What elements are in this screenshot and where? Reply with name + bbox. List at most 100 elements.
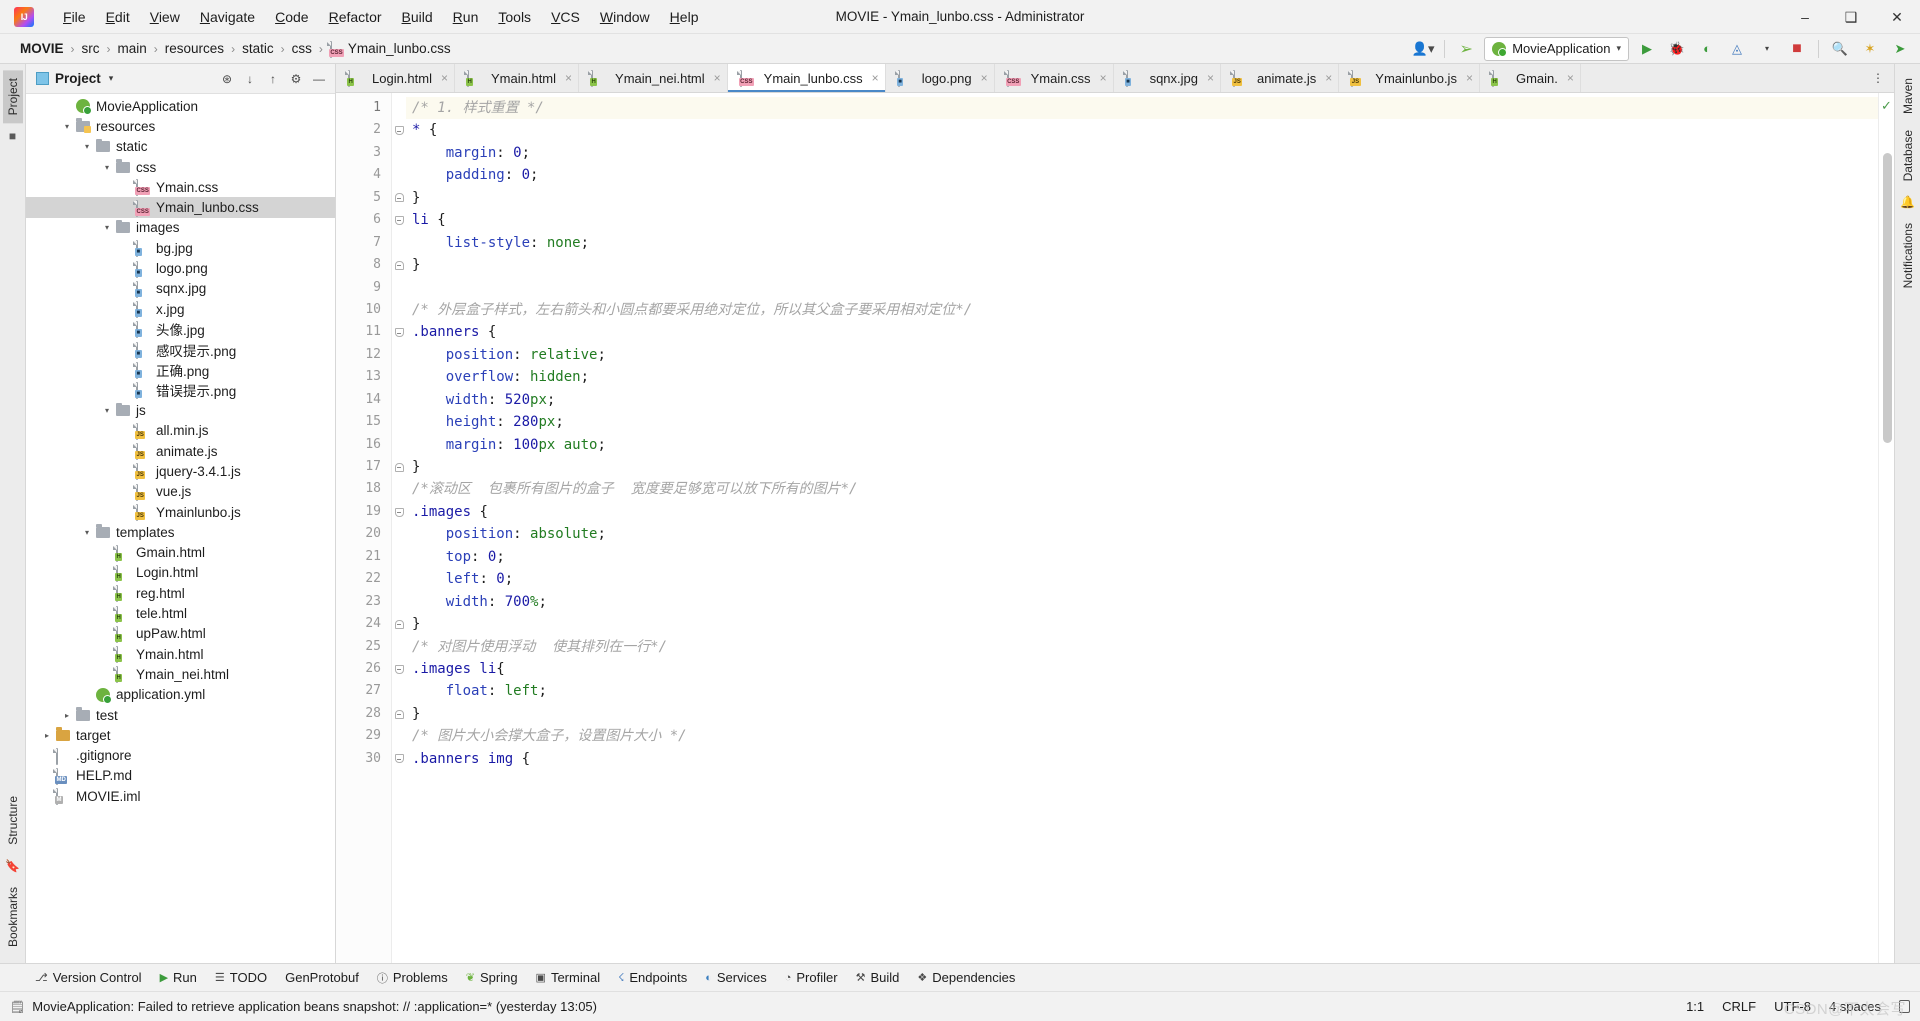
breadcrumb-item-resources[interactable]: resources — [159, 39, 230, 58]
menu-navigate[interactable]: Navigate — [191, 5, 264, 29]
sidebar-item-structure[interactable]: Structure — [3, 788, 23, 853]
tree-item[interactable]: JS vue.js — [26, 482, 335, 502]
more-tabs-icon[interactable]: ⋮ — [1868, 68, 1888, 88]
fold-toggle-icon[interactable] — [392, 119, 406, 141]
editor-tab-logo-png[interactable]: ■ logo.png × — [886, 64, 995, 92]
close-button[interactable]: ✕ — [1874, 0, 1920, 34]
tree-item[interactable]: MD HELP.md — [26, 766, 335, 786]
tool-window-dependencies[interactable]: ❖ Dependencies — [908, 967, 1024, 988]
debug-button[interactable]: 🐞 — [1665, 37, 1689, 61]
tree-item[interactable]: ▾ js — [26, 400, 335, 420]
settings-gear-icon[interactable]: ✶ — [1858, 37, 1882, 61]
editor-tab-ymain-nei-html[interactable]: H Ymain_nei.html × — [579, 64, 728, 92]
commit-icon[interactable]: ■ — [9, 129, 16, 143]
file-encoding[interactable]: UTF-8 — [1774, 999, 1811, 1014]
menu-refactor[interactable]: Refactor — [320, 5, 391, 29]
user-account-icon[interactable]: 👤▾ — [1411, 37, 1435, 61]
fold-toggle-icon[interactable] — [392, 748, 406, 770]
tree-item[interactable]: JS Ymainlunbo.js — [26, 502, 335, 522]
tree-item[interactable]: H Ymain_nei.html — [26, 664, 335, 684]
code-editor[interactable]: 1 2 3 4 5 6 7 8 9 10 11 12 13 14 15 16 17 18 19 20 21 22 23 24 2… — [336, 93, 1894, 963]
chevron-down-icon[interactable]: ▾ — [109, 73, 114, 84]
sidebar-item-project[interactable]: Project — [2, 70, 23, 124]
tree-item[interactable]: ▾ images — [26, 218, 335, 238]
menu-file[interactable]: File — [54, 5, 95, 29]
code-text[interactable]: /* 1. 样式重置 */ * { margin: 0; padding: 0;}… — [406, 93, 1878, 963]
tree-item[interactable]: Htele.html — [26, 603, 335, 623]
fold-toggle-icon[interactable] — [392, 187, 406, 209]
tree-item[interactable]: H Login.html — [26, 563, 335, 583]
hide-panel-icon[interactable]: — — [309, 69, 329, 89]
close-icon[interactable]: × — [1100, 71, 1107, 85]
fold-toggle-icon[interactable] — [392, 209, 406, 231]
menu-run[interactable]: Run — [444, 5, 488, 29]
close-icon[interactable]: × — [714, 71, 721, 85]
tree-item[interactable]: JS all.min.js — [26, 421, 335, 441]
indent-setting[interactable]: 4 spaces — [1829, 999, 1881, 1014]
menu-tools[interactable]: Tools — [489, 5, 540, 29]
tree-item[interactable]: application.yml — [26, 685, 335, 705]
chevron-down-icon[interactable]: ▾ — [80, 528, 94, 537]
tool-window-profiler[interactable]: ◔ Profiler — [776, 967, 847, 988]
close-icon[interactable]: × — [441, 71, 448, 85]
tree-item[interactable]: ■ logo.png — [26, 258, 335, 278]
tree-item[interactable]: ▾ css — [26, 157, 335, 177]
tool-window-problems[interactable]: ⓘ Problems — [368, 967, 457, 989]
tree-item[interactable]: ■ x.jpg — [26, 299, 335, 319]
menu-vcs[interactable]: VCS — [542, 5, 589, 29]
menu-window[interactable]: Window — [591, 5, 659, 29]
tree-item[interactable]: ▾ templates — [26, 522, 335, 542]
tree-item[interactable]: ▸ target — [26, 725, 335, 745]
close-icon[interactable]: × — [872, 71, 879, 85]
collapse-all-icon[interactable]: ↑ — [263, 69, 283, 89]
status-message[interactable]: 🗒 MovieApplication: Failed to retrieve a… — [10, 999, 597, 1014]
tree-item[interactable]: CSS Ymain.css — [26, 177, 335, 197]
chevron-down-icon[interactable]: ▾ — [100, 223, 114, 232]
menu-help[interactable]: Help — [661, 5, 708, 29]
run-button[interactable]: ▶ — [1635, 37, 1659, 61]
chevron-right-icon[interactable]: ▸ — [60, 711, 74, 720]
tree-item[interactable]: H Gmain.html — [26, 543, 335, 563]
fold-toggle-icon[interactable] — [392, 658, 406, 680]
fold-toggle-icon[interactable] — [392, 321, 406, 343]
menu-code[interactable]: Code — [266, 5, 317, 29]
run-with-coverage-button[interactable]: ◐ — [1695, 37, 1719, 61]
close-icon[interactable]: × — [1325, 71, 1332, 85]
breadcrumb-item-css[interactable]: css — [286, 39, 318, 58]
sidebar-item-notifications[interactable]: Notifications — [1898, 215, 1918, 296]
sidebar-item-database[interactable]: Database — [1898, 122, 1918, 189]
run-configuration-selector[interactable]: MovieApplication ▾ — [1484, 36, 1629, 61]
tool-window-services[interactable]: ◐ Services — [696, 967, 776, 988]
tool-window-run[interactable]: ▶ Run — [151, 967, 206, 988]
tree-item[interactable]: M MOVIE.iml — [26, 786, 335, 806]
notifications-bell-icon[interactable]: 🔔 — [1900, 195, 1915, 209]
editor-tab-sqnx-jpg[interactable]: ■ sqnx.jpg × — [1114, 64, 1222, 92]
sidebar-item-bookmarks[interactable]: Bookmarks — [3, 879, 23, 955]
editor-tab-ymain-lunbo-css[interactable]: CSS Ymain_lunbo.css × — [727, 64, 886, 92]
sidebar-item-maven[interactable]: Maven — [1898, 70, 1918, 122]
tree-item[interactable]: .gitignore — [26, 746, 335, 766]
tree-item[interactable]: Hreg.html — [26, 583, 335, 603]
fold-toggle-icon[interactable] — [392, 456, 406, 478]
caret-position[interactable]: 1:1 — [1686, 999, 1704, 1014]
tree-item[interactable]: ■ 头像.jpg — [26, 319, 335, 339]
editor-tab-ymainlunbo-js[interactable]: JS Ymainlunbo.js × — [1339, 64, 1480, 92]
breadcrumb-item-src[interactable]: src — [76, 39, 106, 58]
editor-tab-login-html[interactable]: H Login.html × — [336, 64, 455, 92]
updates-hammer-icon[interactable]: ➢ — [1454, 37, 1478, 61]
fold-toggle-icon[interactable] — [392, 254, 406, 276]
editor-tab-ymain-html[interactable]: H Ymain.html × — [455, 64, 580, 92]
tree-item[interactable]: ■ sqnx.jpg — [26, 279, 335, 299]
more-run-options-icon[interactable]: ▾ — [1755, 37, 1779, 61]
chevron-down-icon[interactable]: ▾ — [100, 163, 114, 172]
editor-tab-ymain-css[interactable]: CSS Ymain.css × — [995, 64, 1114, 92]
minimize-button[interactable]: – — [1782, 0, 1828, 34]
tree-item[interactable]: ■ bg.jpg — [26, 238, 335, 258]
tool-window-version-control[interactable]: ⎇ Version Control — [26, 967, 151, 988]
profile-button[interactable]: ◬ — [1725, 37, 1749, 61]
tree-item[interactable]: ■ 错误提示.png — [26, 380, 335, 400]
tool-window-build[interactable]: ⚒ Build — [847, 967, 909, 988]
tree-item[interactable]: ▾ resources — [26, 116, 335, 136]
close-icon[interactable]: × — [565, 71, 572, 85]
menu-edit[interactable]: Edit — [97, 5, 139, 29]
